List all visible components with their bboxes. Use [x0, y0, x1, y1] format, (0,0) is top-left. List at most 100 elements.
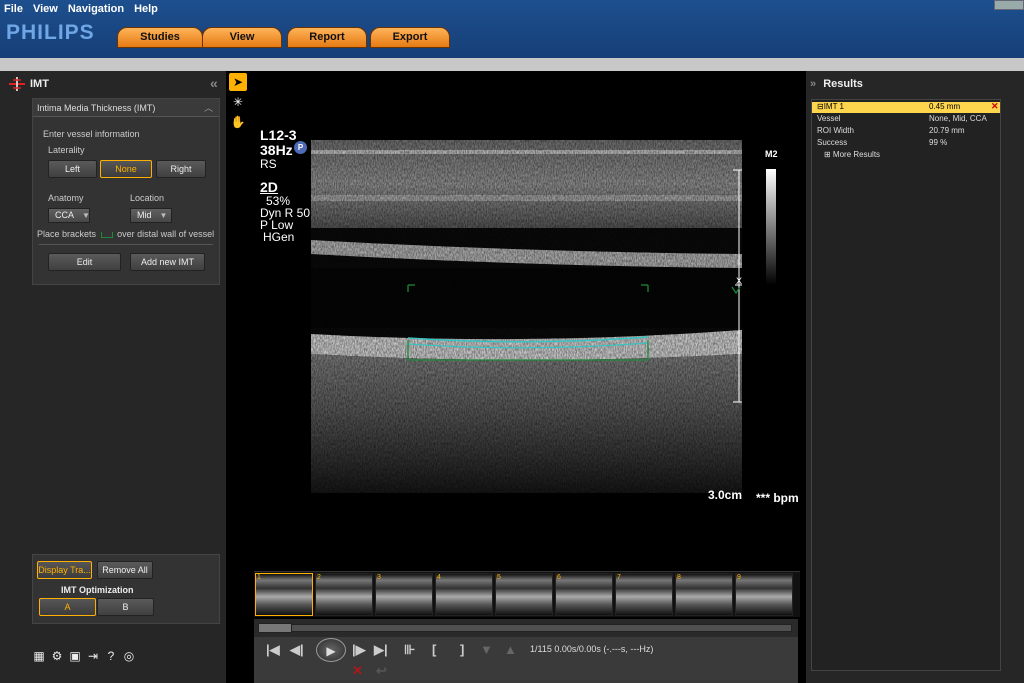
location-label: Location [130, 193, 165, 203]
laterality-none-button[interactable]: None [100, 160, 152, 178]
menu-file[interactable]: File [4, 3, 23, 17]
edit-button[interactable]: Edit [48, 253, 121, 271]
mark-end-icon[interactable]: ] [460, 642, 464, 657]
result-key: ⊟IMT 1 [817, 102, 845, 111]
tab-report[interactable]: Report [287, 27, 367, 48]
bracket-hint: Place brackets over distal wall of vesse… [37, 229, 214, 239]
divider [39, 244, 213, 245]
thumbnail-number: 9 [737, 574, 741, 581]
triangle-down-icon[interactable]: ▼ [480, 642, 493, 657]
split-icon[interactable]: ⊪ [404, 642, 415, 658]
scrubber-track[interactable] [258, 624, 792, 632]
menu-help[interactable]: Help [134, 3, 158, 17]
laterality-label: Laterality [48, 145, 85, 155]
close-icon[interactable]: ✕ [352, 663, 363, 679]
tab-view[interactable]: View [202, 27, 282, 48]
laterality-left-button[interactable]: Left [48, 160, 97, 178]
add-new-imt-button[interactable]: Add new IMT [130, 253, 205, 271]
thumbnail[interactable]: 2 [315, 573, 373, 616]
results-panel: » Results ⊟IMT 1 0.45 mm ✕ Vessel None, Mid,… [806, 71, 1024, 683]
thumbnail[interactable]: 6 [555, 573, 613, 616]
window-controls[interactable] [994, 0, 1024, 10]
help-icon[interactable]: ? [104, 649, 118, 663]
thumbnail[interactable]: 1 [255, 573, 313, 616]
tab-export[interactable]: Export [370, 27, 450, 48]
next-frame-icon[interactable]: |▶ [352, 642, 366, 658]
grayscale-bar [766, 169, 776, 285]
colormap-label: M2 [765, 149, 778, 159]
laterality-right-button[interactable]: Right [156, 160, 206, 178]
location-value: Mid [137, 210, 152, 220]
results-title: Results [823, 78, 863, 90]
anatomy-label: Anatomy [48, 193, 84, 203]
heart-rate-label: *** bpm [756, 491, 799, 505]
save-icon[interactable]: ▣ [68, 649, 82, 663]
thumbnail[interactable]: 7 [615, 573, 673, 616]
result-row: ROI Width 20.79 mm [812, 126, 1000, 137]
thumbnail-number: 4 [437, 574, 441, 581]
optimization-b-button[interactable]: B [97, 598, 154, 616]
thumbnail-number: 6 [557, 574, 561, 581]
thumbnail[interactable]: 9 [735, 573, 793, 616]
mark-start-icon[interactable]: [ [432, 642, 436, 657]
toolbar-strip [0, 58, 1024, 71]
caliper-icon [9, 77, 25, 91]
prev-frame-icon[interactable]: ◀| [290, 642, 304, 658]
delete-result-icon[interactable]: ✕ [991, 101, 999, 112]
display-traces-button[interactable]: Display Tra... [37, 561, 92, 579]
pointer-icon[interactable]: ➤ [229, 73, 247, 91]
more-results-toggle[interactable]: ⊞ More Results [812, 150, 1000, 161]
bottom-icon-bar: ▦ ⚙ ▣ ⇥ ? ◎ [32, 649, 136, 669]
export-icon[interactable]: ⇥ [86, 649, 100, 663]
ultrasound-image[interactable] [311, 140, 742, 493]
result-key: Success [817, 138, 848, 147]
thumbnail[interactable]: 8 [675, 573, 733, 616]
anatomy-select[interactable]: CCA ▼ [48, 208, 90, 223]
result-row: Vessel None, Mid, CCA [812, 114, 1000, 125]
result-row: Success 99 % [812, 138, 1000, 149]
results-header[interactable]: » Results [810, 78, 863, 90]
collapse-left-icon[interactable]: « [210, 75, 218, 91]
frame-scrubber[interactable] [254, 619, 798, 637]
enter-vessel-label: Enter vessel information [43, 129, 140, 139]
menu-view[interactable]: View [33, 3, 58, 17]
thumbnail-number: 2 [317, 574, 321, 581]
optimization-a-button[interactable]: A [39, 598, 96, 616]
result-value: 99 % [929, 138, 948, 147]
location-select[interactable]: Mid ▼ [130, 208, 172, 223]
thumbnail[interactable]: 5 [495, 573, 553, 616]
chevron-down-icon: ▼ [82, 211, 90, 220]
remove-all-button[interactable]: Remove All [97, 561, 153, 579]
chevron-up-icon[interactable]: ︿ [204, 99, 213, 117]
imt-panel: IMT « Intima Media Thickness (IMT) ︿ Ent… [0, 71, 226, 683]
imt-box-header[interactable]: Intima Media Thickness (IMT) ︿ [33, 99, 219, 117]
chevron-down-icon: ▼ [159, 211, 168, 220]
expand-icon[interactable]: » [810, 78, 816, 90]
result-row[interactable]: ⊟IMT 1 0.45 mm ✕ [812, 101, 1000, 113]
settings-icon[interactable]: ⚙ [50, 649, 64, 663]
play-icon[interactable]: ▶ [316, 638, 346, 662]
scrubber-handle[interactable] [258, 623, 292, 633]
result-key: ROI Width [817, 126, 854, 135]
depth-label: 3.0cm [708, 488, 743, 502]
triangle-up-icon[interactable]: ▲ [504, 642, 517, 657]
bracket-icon [100, 231, 113, 238]
thumbnail-number: 1 [257, 574, 261, 581]
thumbnail[interactable]: 4 [435, 573, 493, 616]
imt-bottom-tools: Display Tra... Remove All IMT Optimizati… [32, 554, 220, 624]
first-frame-icon[interactable]: |◀ [266, 642, 280, 658]
thumbnail-number: 8 [677, 574, 681, 581]
thumbnail[interactable]: 3 [375, 573, 433, 616]
pan-hand-icon[interactable]: ✋ [229, 113, 247, 131]
undo-icon[interactable]: ↩ [376, 663, 387, 679]
top-bar: File View Navigation Help PHILIPS Studie… [0, 0, 1024, 58]
results-list: ⊟IMT 1 0.45 mm ✕ Vessel None, Mid, CCA ROI Wi… [811, 99, 1001, 671]
thumbnail-strip: 1 2 3 4 5 6 7 8 9 [254, 571, 800, 617]
select-spark-icon[interactable]: ✳ [229, 93, 247, 111]
menu-navigation[interactable]: Navigation [68, 3, 124, 17]
film-icon[interactable]: ▦ [32, 649, 46, 663]
last-frame-icon[interactable]: ▶| [374, 642, 388, 658]
brand-logo: PHILIPS [6, 21, 95, 44]
zoom-icon[interactable]: ◎ [122, 649, 136, 663]
tab-studies[interactable]: Studies [117, 27, 203, 48]
